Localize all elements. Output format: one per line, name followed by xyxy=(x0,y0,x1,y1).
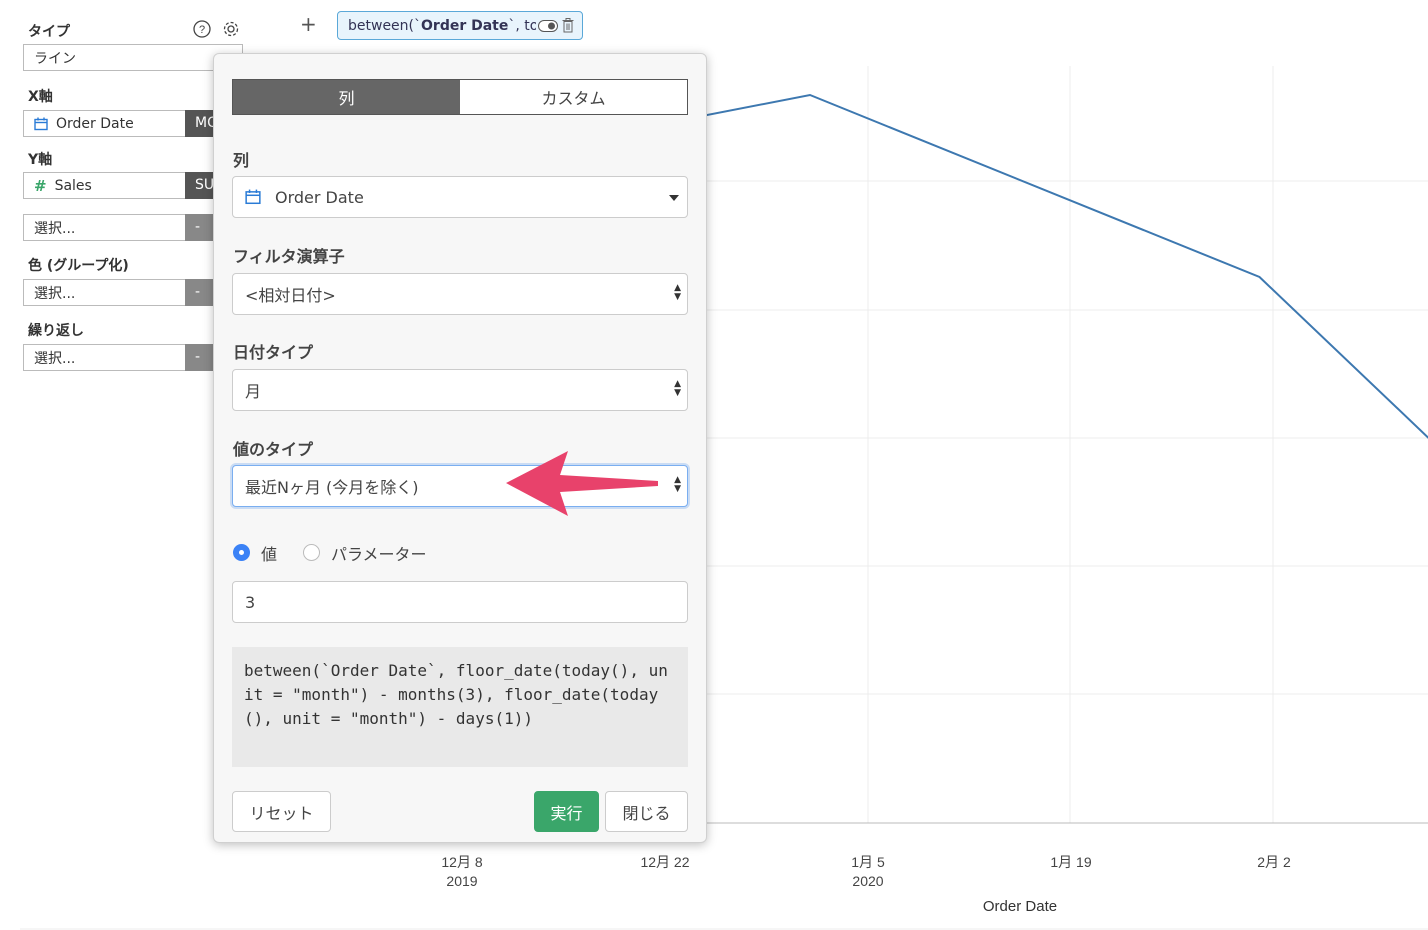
annotation-arrow-icon xyxy=(506,451,658,516)
chart-config-sidebar: タイプ ? ライン X軸 Order Date MO Y軸 # Sales SU… xyxy=(0,0,245,400)
extra-select-placeholder: 選択... xyxy=(34,220,76,237)
filter-chip-text: between(`Order Date`, tod... xyxy=(348,17,536,34)
value-input[interactable]: 3 xyxy=(232,581,688,623)
x-tick-label: 12月 22 xyxy=(640,854,689,870)
date-type-select[interactable]: 月 ▲ ▼ xyxy=(232,369,688,411)
select-updown-icon: ▲ ▼ xyxy=(674,475,681,494)
color-group-placeholder: 選択... xyxy=(34,285,76,302)
filter-expression-preview: between(`Order Date`, floor_date(today()… xyxy=(232,647,688,767)
x-tick-label: 1月 5 xyxy=(851,854,885,870)
column-label: 列 xyxy=(233,151,250,170)
column-select-value: Order Date xyxy=(275,187,364,207)
reset-button[interactable]: リセット xyxy=(232,791,331,832)
date-type-select-value: 月 xyxy=(245,382,262,401)
select-updown-icon: ▲ ▼ xyxy=(674,379,681,398)
repeat-select[interactable]: 選択... - xyxy=(23,344,243,371)
radio-parameter[interactable] xyxy=(303,544,320,561)
y-axis-field[interactable]: # Sales SU xyxy=(23,172,243,199)
y-axis-label: Y軸 xyxy=(28,152,53,168)
value-input-text: 3 xyxy=(245,592,256,612)
number-hash-icon: # xyxy=(34,176,47,195)
add-filter-button[interactable]: + xyxy=(300,12,317,36)
calendar-icon xyxy=(245,189,261,205)
calendar-icon xyxy=(34,117,48,131)
dropdown-caret-icon xyxy=(669,195,679,201)
x-axis-label: Order Date xyxy=(983,898,1057,915)
column-select[interactable]: Order Date xyxy=(232,176,688,218)
operator-select-value: <相対日付> xyxy=(245,286,336,305)
color-group-label: 色 (グループ化) xyxy=(28,258,129,274)
x-tick-label: 2月 2 xyxy=(1257,854,1291,870)
filter-chip[interactable]: between(`Order Date`, tod... xyxy=(337,11,583,40)
x-tick-label: 1月 19 xyxy=(1050,854,1091,870)
gear-icon[interactable] xyxy=(222,20,240,42)
close-button[interactable]: 閉じる xyxy=(605,791,688,832)
x-tick-year-label: 2019 xyxy=(446,873,477,889)
value-type-select-value: 最近Nヶ月 (今月を除く) xyxy=(245,478,419,497)
tab-custom[interactable]: カスタム xyxy=(460,80,687,114)
date-type-label: 日付タイプ xyxy=(233,343,314,362)
x-axis-field-name: Order Date xyxy=(56,115,134,132)
x-axis-field[interactable]: Order Date MO xyxy=(23,110,243,137)
x-tick-label: 12月 8 xyxy=(441,854,482,870)
run-button[interactable]: 実行 xyxy=(534,791,599,832)
svg-text:?: ? xyxy=(199,24,205,36)
radio-parameter-label: パラメーター xyxy=(331,545,427,564)
y-axis-field-name: Sales xyxy=(54,177,92,194)
tab-column[interactable]: 列 xyxy=(233,80,460,114)
filter-mode-tabs: 列 カスタム xyxy=(232,79,688,115)
value-type-label: 値のタイプ xyxy=(233,440,314,459)
type-select[interactable]: ライン xyxy=(23,44,243,71)
select-updown-icon: ▲ ▼ xyxy=(674,283,681,302)
x-axis-label: X軸 xyxy=(28,89,53,105)
operator-label: フィルタ演算子 xyxy=(233,247,345,266)
radio-value-label: 値 xyxy=(261,545,278,564)
repeat-placeholder: 選択... xyxy=(34,350,76,367)
extra-select[interactable]: 選択... - xyxy=(23,214,243,241)
type-label: タイプ xyxy=(28,24,70,40)
repeat-label: 繰り返し xyxy=(28,323,84,339)
color-group-select[interactable]: 選択... - xyxy=(23,279,243,306)
radio-value[interactable] xyxy=(233,544,250,561)
operator-select[interactable]: <相対日付> ▲ ▼ xyxy=(232,273,688,315)
toggle-icon[interactable] xyxy=(538,19,558,32)
help-icon[interactable]: ? xyxy=(193,20,211,42)
x-tick-year-label: 2020 xyxy=(852,873,883,889)
trash-icon[interactable] xyxy=(562,18,574,33)
type-select-value: ライン xyxy=(34,50,76,67)
